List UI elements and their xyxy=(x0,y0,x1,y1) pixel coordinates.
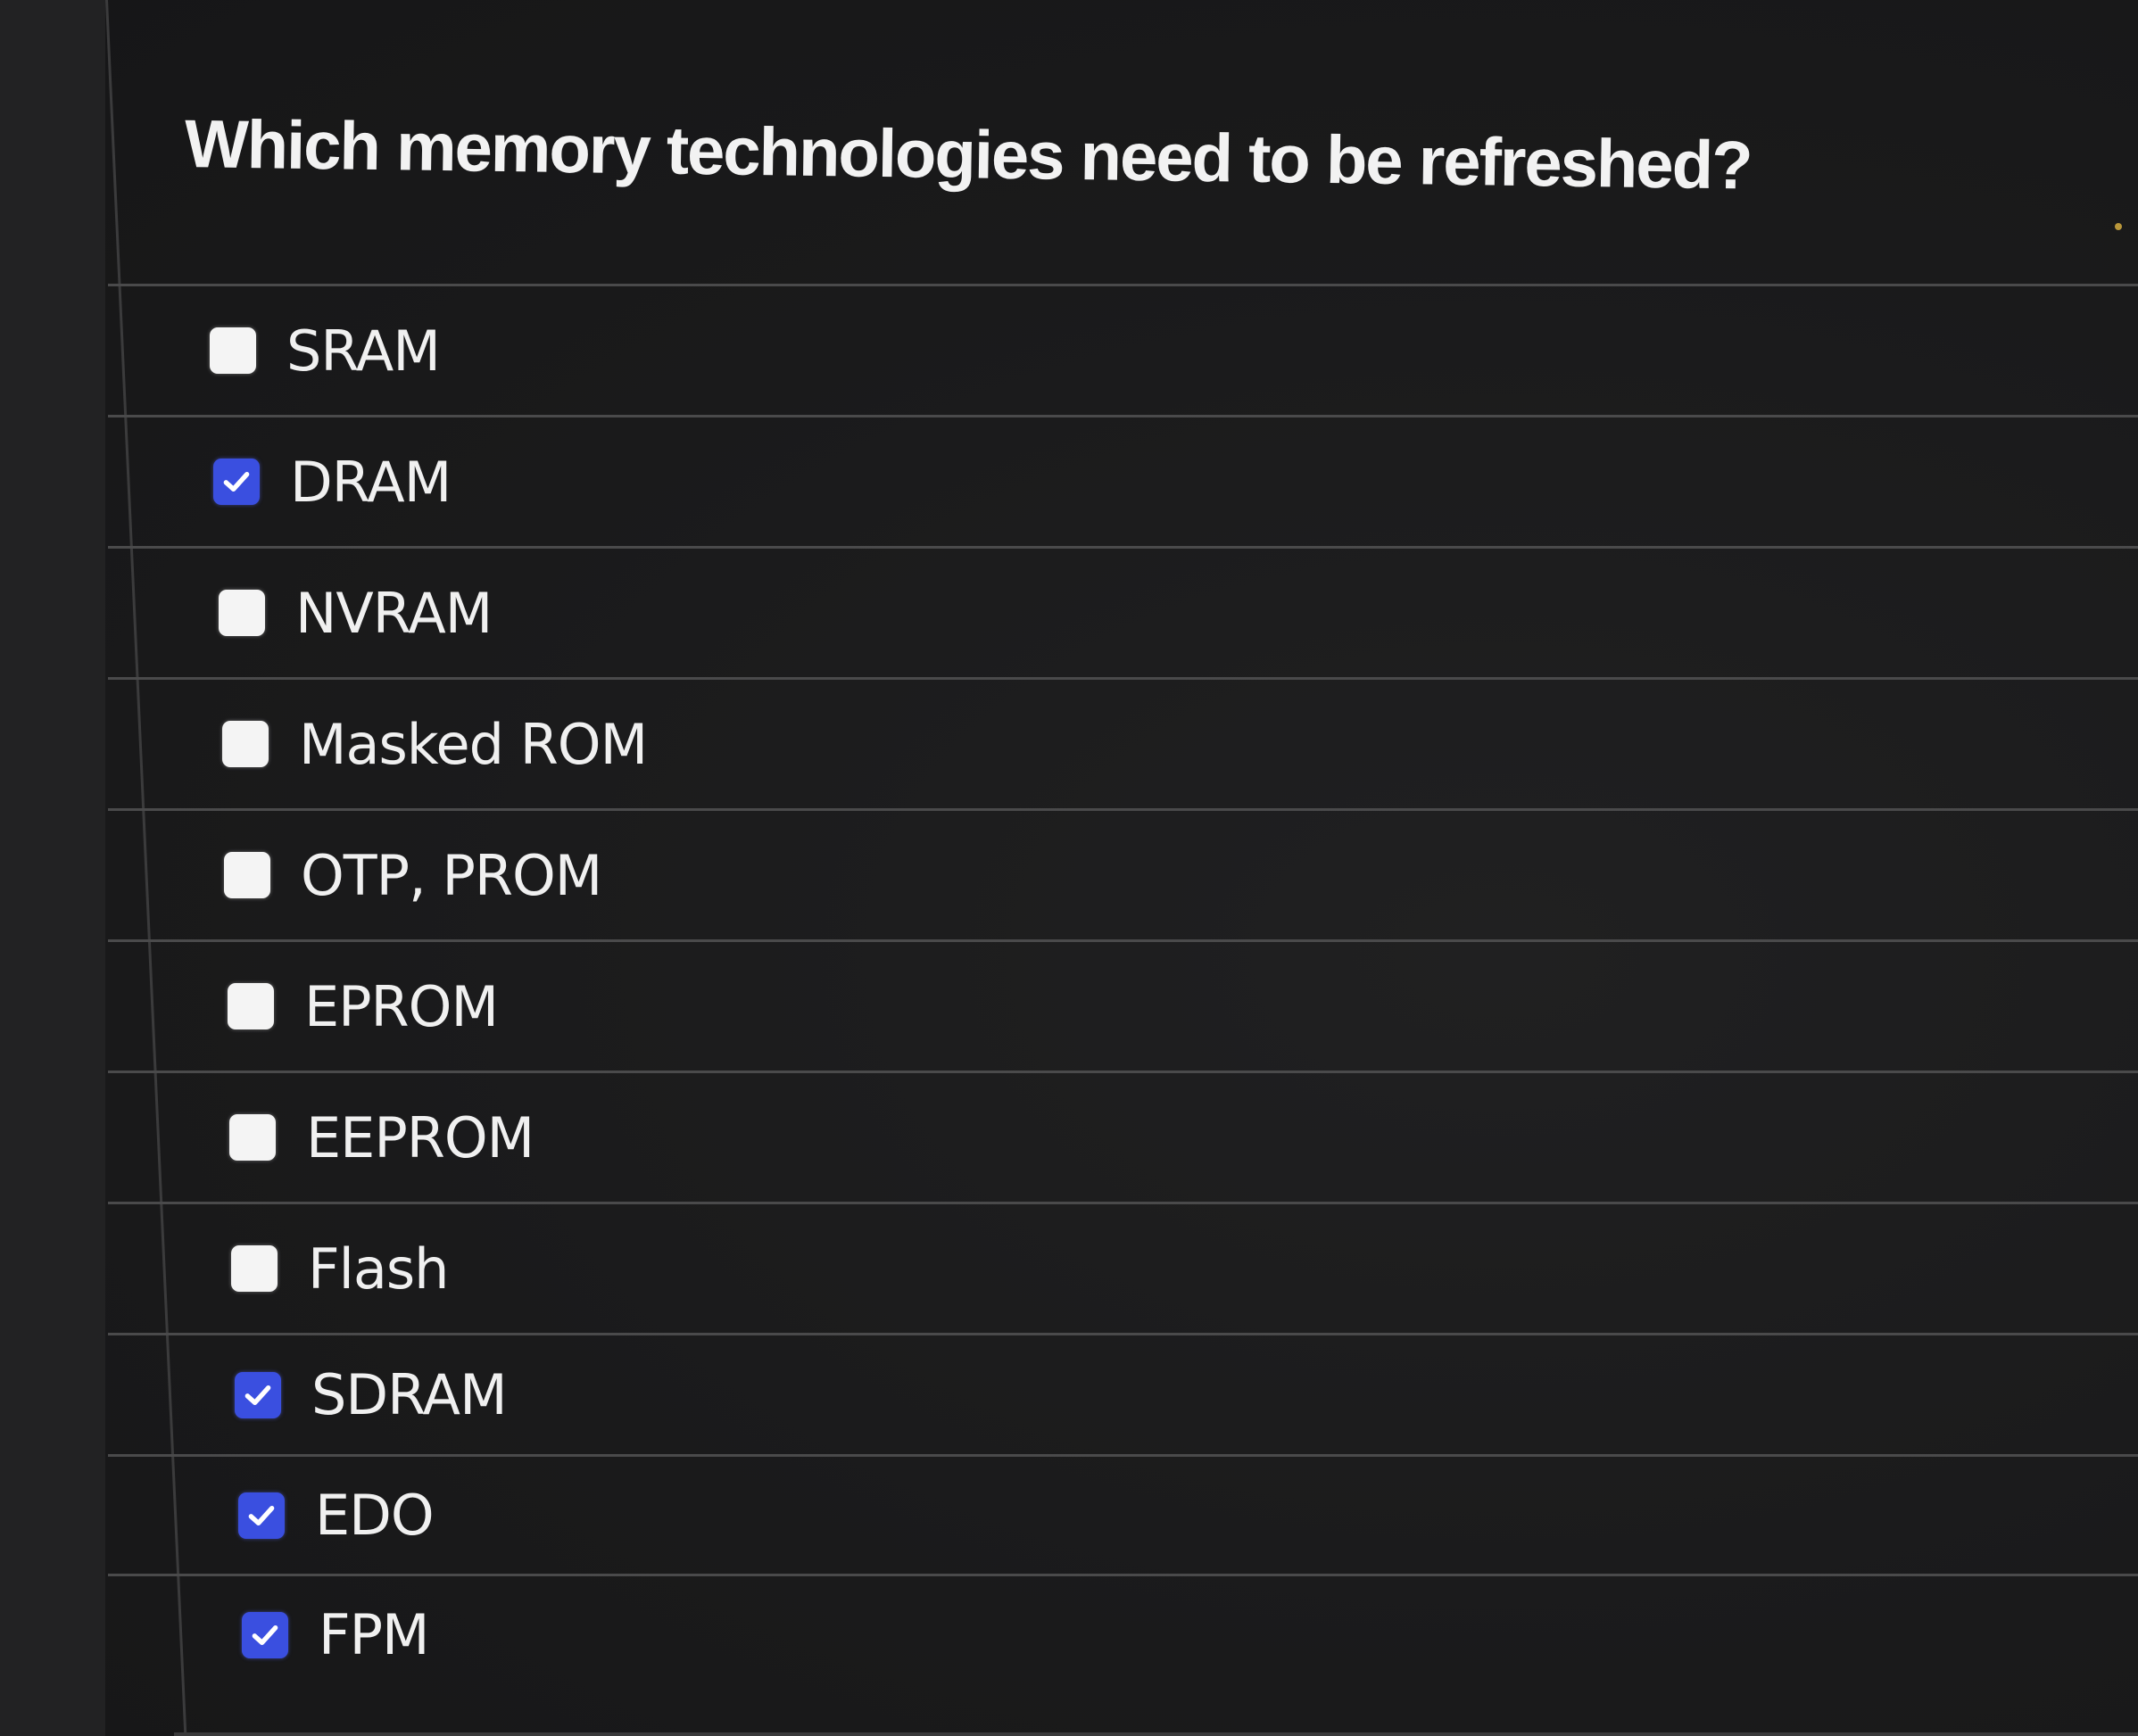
option-otp-prom[interactable]: OTP, PROM xyxy=(108,808,2138,939)
option-nvram[interactable]: NVRAM xyxy=(108,546,2138,677)
checkbox[interactable] xyxy=(210,327,256,374)
option-eeprom[interactable]: EEPROM xyxy=(108,1071,2138,1202)
quiz-screen: Which memory technologies need to be ref… xyxy=(0,0,2138,1736)
page-margin xyxy=(0,0,105,1736)
checkmark-icon xyxy=(244,1385,271,1405)
option-edo[interactable]: EDO xyxy=(108,1454,2138,1574)
checkbox[interactable] xyxy=(231,1245,278,1292)
option-label: DRAM xyxy=(290,449,452,515)
checkbox[interactable] xyxy=(222,721,269,767)
checkbox[interactable] xyxy=(229,1114,276,1161)
checkmark-icon xyxy=(252,1624,278,1645)
option-sram[interactable]: SRAM xyxy=(108,284,2138,415)
question-panel: Which memory technologies need to be ref… xyxy=(105,0,2138,1736)
checkbox[interactable] xyxy=(213,459,260,505)
question-panel-content: Which memory technologies need to be ref… xyxy=(108,0,2138,1736)
panel-bottom-border xyxy=(174,1732,2138,1736)
option-label: SRAM xyxy=(286,318,440,384)
checkbox[interactable] xyxy=(228,983,274,1029)
corner-dot xyxy=(2115,223,2122,230)
option-fpm[interactable]: FPM xyxy=(108,1574,2138,1693)
option-label: OTP, PROM xyxy=(301,842,602,908)
option-sdram[interactable]: SDRAM xyxy=(108,1333,2138,1454)
checkbox[interactable] xyxy=(242,1611,288,1658)
option-eprom[interactable]: EPROM xyxy=(108,939,2138,1071)
option-label: Masked ROM xyxy=(299,711,648,777)
option-masked-rom[interactable]: Masked ROM xyxy=(108,677,2138,808)
option-label: EPROM xyxy=(304,973,498,1039)
option-label: NVRAM xyxy=(295,580,493,646)
question-text: Which memory technologies need to be ref… xyxy=(184,106,1753,204)
checkmark-icon xyxy=(248,1505,275,1525)
option-flash[interactable]: Flash xyxy=(108,1202,2138,1333)
checkbox[interactable] xyxy=(224,852,270,898)
option-dram[interactable]: DRAM xyxy=(108,415,2138,546)
checkmark-icon xyxy=(223,472,250,492)
option-label: EDO xyxy=(315,1483,434,1548)
checkbox[interactable] xyxy=(235,1371,281,1418)
checkbox[interactable] xyxy=(238,1492,285,1539)
option-label: FPM xyxy=(319,1602,429,1667)
checkbox[interactable] xyxy=(219,590,265,636)
answer-options-list: SRAM DRAM NVRAM Masked ROM OTP, PROM EPR… xyxy=(108,284,2138,1693)
option-label: Flash xyxy=(308,1236,449,1302)
option-label: EEPROM xyxy=(306,1104,534,1170)
option-label: SDRAM xyxy=(311,1362,507,1427)
